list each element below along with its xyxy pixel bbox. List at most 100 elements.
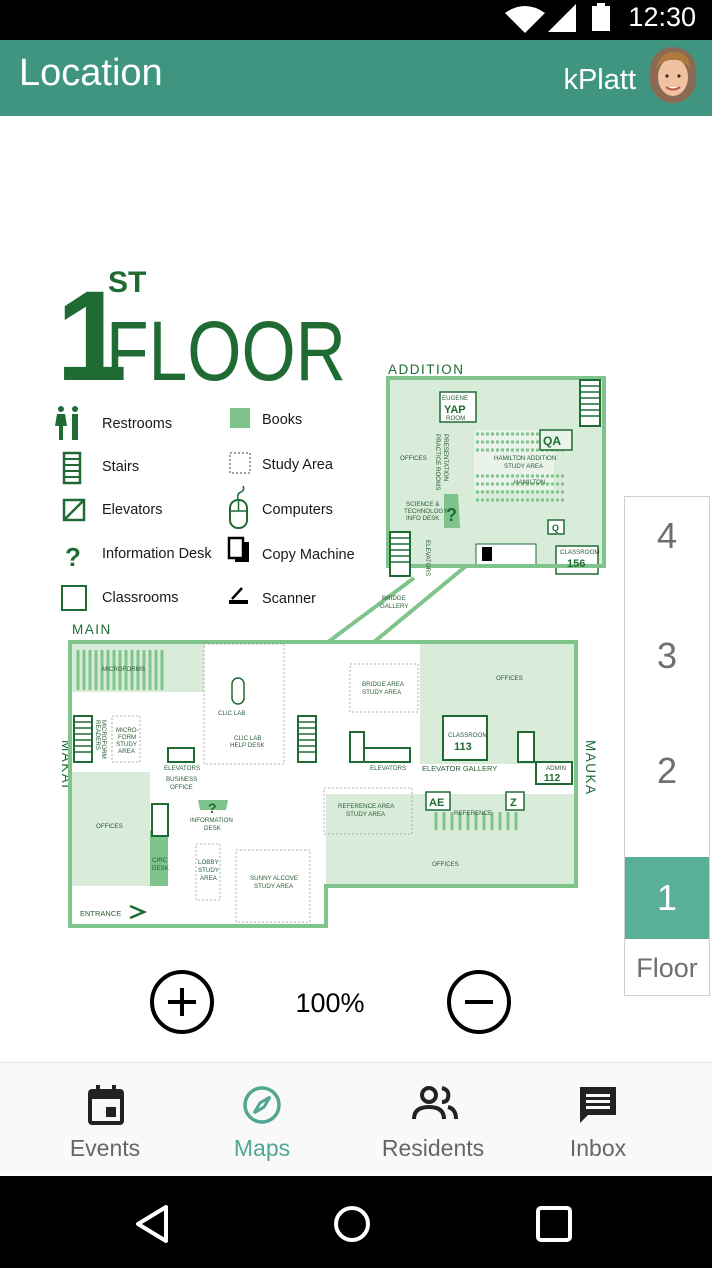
wing-mauka: MAUKA	[583, 740, 598, 796]
signal-icon	[548, 4, 576, 32]
room-label: TECHNOLOGY	[404, 508, 447, 515]
message-icon	[580, 1087, 616, 1123]
books-icon	[230, 408, 250, 428]
room-label: CIRC	[152, 857, 168, 864]
status-time: 12:30	[628, 2, 696, 32]
room-label-156: 156	[567, 558, 585, 570]
nav-label: Residents	[381, 1135, 485, 1161]
avatar[interactable]	[650, 47, 696, 103]
legend-study-area: Study Area	[262, 457, 334, 473]
room-label: OFFICES	[496, 675, 523, 682]
room-label: LOBBY	[198, 859, 219, 866]
recents-icon[interactable]	[536, 1206, 572, 1242]
room-label: AREA	[200, 875, 218, 882]
app-bar: Location kPlatt	[0, 40, 712, 116]
compass-icon	[243, 1086, 281, 1124]
nav-label: Inbox	[569, 1135, 627, 1161]
zoom-level: 100%	[295, 988, 365, 1018]
people-icon	[412, 1086, 458, 1120]
nav-maps[interactable]: Maps	[210, 1063, 314, 1175]
legend-computers: Computers	[262, 502, 333, 518]
status-bar: 12:30	[0, 0, 712, 40]
home-icon[interactable]	[332, 1204, 372, 1244]
room-label-qa: QA	[543, 434, 561, 448]
floor-option-4[interactable]: 4	[625, 515, 709, 565]
room-label: BRIDGE	[382, 595, 406, 602]
nav-residents[interactable]: Residents	[372, 1063, 494, 1175]
room-label: STUDY	[116, 741, 137, 748]
room-label: STUDY AREA	[346, 811, 386, 818]
floor-option-3[interactable]: 3	[625, 635, 709, 685]
bottom-navigation: Events Maps Residents Inbox	[0, 1062, 712, 1175]
svg-text:?: ?	[208, 800, 217, 816]
room-label-z: Z	[510, 797, 517, 809]
room-label: OFFICES	[400, 455, 427, 462]
room-label: ELEVATOR GALLERY	[422, 764, 497, 773]
zoom-in-button[interactable]	[150, 970, 214, 1034]
bridge-gallery	[326, 564, 604, 644]
room-label-entrance: ENTRANCE	[80, 909, 121, 918]
room-label: MICROFORMS	[102, 666, 145, 673]
room-label: SUNNY ALCOVE	[250, 875, 298, 882]
study-area-icon	[229, 452, 251, 474]
addition-building: ?	[386, 376, 606, 577]
room-label: STUDY	[198, 867, 219, 874]
room-label: MICRO-	[116, 727, 139, 734]
nav-events[interactable]: Events	[50, 1063, 160, 1175]
room-label: STUDY AREA	[504, 463, 544, 470]
room-label-q: Q	[552, 523, 559, 533]
room-label: READERS	[94, 720, 101, 750]
restroom-icon	[55, 406, 78, 440]
wing-addition: ADDITION	[388, 362, 465, 377]
room-label-113: 113	[454, 741, 472, 753]
room-label: DESK	[204, 825, 222, 832]
classroom-icon	[61, 585, 87, 611]
computer-icon	[229, 485, 248, 529]
legend-copy-machine: Copy Machine	[262, 547, 355, 563]
floor-map[interactable]: 1 ST FLOOR ? Restrooms Stairs Elevators …	[40, 250, 620, 940]
room-label-hamilton: HAMILTON	[514, 479, 545, 486]
room-label: STUDY AREA	[362, 689, 402, 696]
room-label: PRACTICE ROOMS	[434, 434, 441, 490]
floor-selector-label: Floor	[636, 953, 698, 983]
room-label: AREA	[118, 748, 136, 755]
floor-option-2[interactable]: 2	[625, 750, 709, 800]
legend-restrooms: Restrooms	[102, 416, 172, 432]
legend-info-desk: Information Desk	[102, 546, 212, 562]
system-navigation-bar	[0, 1176, 712, 1268]
username[interactable]: kPlatt	[563, 64, 636, 97]
info-desk-icon: ?	[65, 542, 81, 572]
elevator-icon	[62, 498, 86, 522]
minus-icon	[465, 1000, 493, 1004]
room-label: PRESENTATION	[442, 434, 449, 481]
wing-main: MAIN	[72, 622, 112, 637]
zoom-out-button[interactable]	[447, 970, 511, 1034]
room-label: BRIDGE AREA	[362, 681, 405, 688]
floor-option-1[interactable]: 1	[625, 857, 709, 939]
stairs-icon	[62, 451, 82, 485]
room-label: CLIC LAB	[218, 710, 246, 717]
calendar-icon	[88, 1085, 124, 1125]
scanner-icon	[229, 587, 248, 604]
svg-text:?: ?	[446, 505, 457, 525]
room-label: CLASSROOM	[448, 732, 488, 739]
room-label: ADMIN	[546, 765, 566, 772]
legend-elevators: Elevators	[102, 502, 162, 518]
copy-machine-icon	[227, 536, 249, 562]
room-label: EUGENE	[442, 395, 468, 402]
legend-books: Books	[262, 412, 302, 428]
room-label: BUSINESS	[166, 776, 197, 783]
wifi-icon	[505, 6, 545, 33]
room-label: INFORMATION	[190, 817, 233, 824]
room-label: FORM	[118, 734, 136, 741]
back-icon[interactable]	[134, 1204, 170, 1244]
room-label: ROOM	[446, 415, 465, 422]
room-label: OFFICE	[170, 784, 193, 791]
nav-inbox[interactable]: Inbox	[556, 1063, 640, 1175]
floor-selector: 4 3 2 1 Floor	[624, 496, 710, 996]
floor-suffix: ST	[108, 266, 146, 299]
room-label: REFERENCE AREA	[338, 803, 395, 810]
legend-stairs: Stairs	[102, 459, 139, 475]
room-label: INFO DESK	[406, 515, 440, 522]
room-label: GALLERY	[380, 603, 408, 610]
